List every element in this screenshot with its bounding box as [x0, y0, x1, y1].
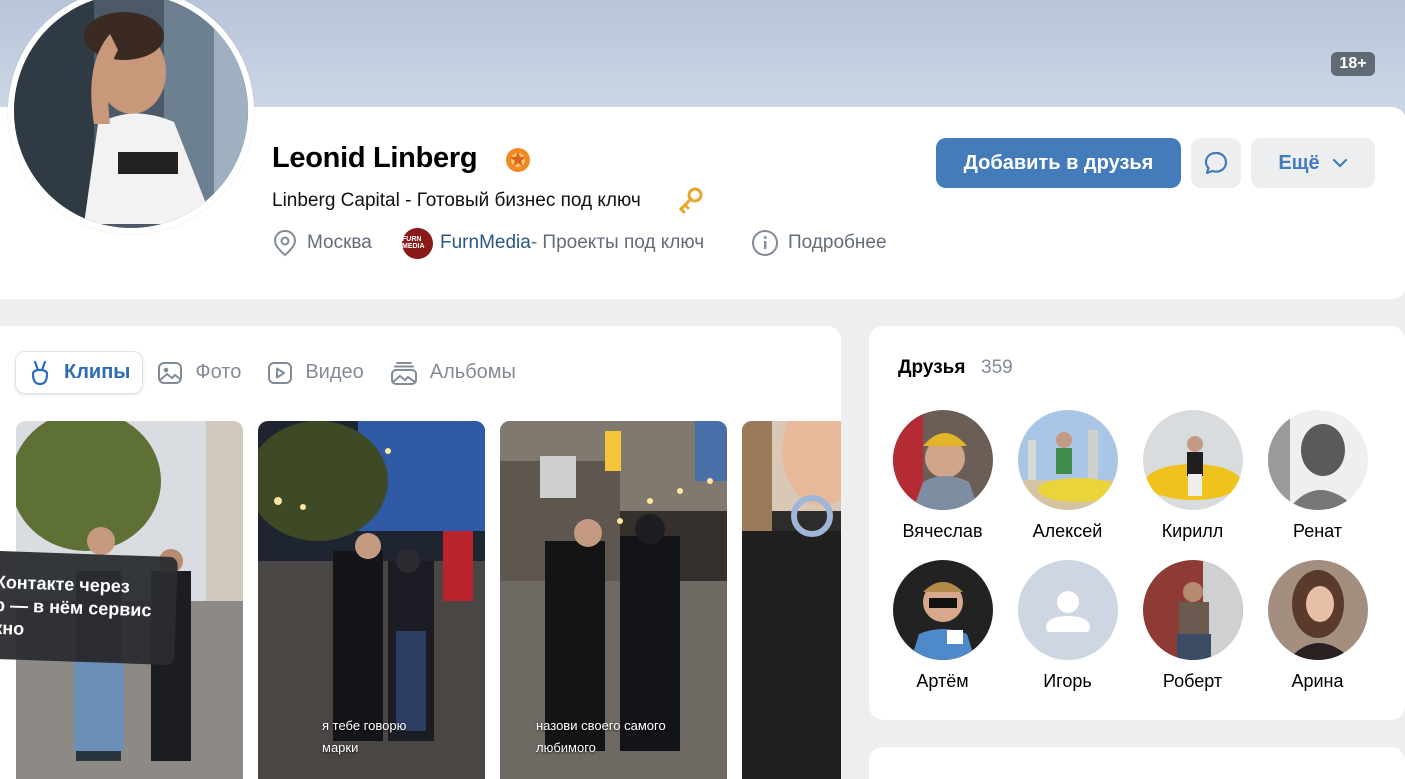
friend-avatar: [1142, 410, 1243, 510]
friend-item[interactable]: Кирилл: [1130, 410, 1255, 542]
add-friend-button[interactable]: Добавить в друзья: [936, 138, 1181, 188]
tab-photo-label: Фото: [195, 361, 242, 383]
friend-item[interactable]: Игорь: [1005, 560, 1130, 692]
friend-name: Арина: [1291, 671, 1344, 691]
profile-name: Leonid Linberg: [272, 142, 478, 174]
message-button[interactable]: [1191, 138, 1241, 188]
profile-work[interactable]: FURN MEDIA FurnMedia - Проекты под ключ: [402, 227, 705, 259]
work-description: - Проекты под ключ: [530, 232, 705, 253]
friends-count: 359: [981, 357, 1013, 378]
clips-icon: [31, 360, 49, 385]
friend-name: Кирилл: [1161, 521, 1224, 541]
friend-item[interactable]: Роберт: [1130, 560, 1255, 692]
tab-photo[interactable]: Фото: [145, 351, 253, 394]
profile-status: Linberg Capital - Готовый бизнес под клю…: [272, 190, 641, 211]
clip-caption: назови своего самого любимого: [536, 718, 666, 755]
clip-thumbnail[interactable]: я тебе говорю марки: [258, 421, 485, 779]
friend-name: Игорь: [1043, 671, 1092, 691]
key-icon: [678, 187, 703, 214]
message-bubble-icon: [1204, 151, 1228, 175]
work-company-link[interactable]: FurnMedia: [440, 232, 531, 254]
tab-albums[interactable]: Альбомы: [378, 351, 528, 394]
friends-title[interactable]: Друзья: [898, 357, 965, 379]
video-icon: [268, 361, 293, 384]
more-actions-button[interactable]: Ещё: [1251, 138, 1375, 188]
tab-video-label: Видео: [305, 361, 364, 383]
friend-name: Ренат: [1292, 521, 1343, 541]
albums-icon: [390, 361, 417, 385]
clip-thumbnail[interactable]: назови своего самого любимого: [500, 421, 727, 779]
friend-item[interactable]: Алексей: [1005, 410, 1130, 542]
friend-avatar: [892, 410, 993, 510]
friend-avatar: [1267, 410, 1368, 510]
clip-thumbnail[interactable]: [742, 421, 841, 779]
friend-avatar: [1017, 410, 1118, 510]
friend-name: Алексей: [1032, 521, 1103, 541]
friend-avatar: [1267, 560, 1368, 660]
friend-name: Роберт: [1162, 671, 1223, 691]
friend-item[interactable]: Арина: [1255, 560, 1380, 692]
tab-video[interactable]: Видео: [255, 351, 375, 394]
friend-avatar-placeholder: [1017, 560, 1118, 660]
tab-albums-label: Альбомы: [429, 361, 516, 383]
next-section-card: [869, 747, 1405, 779]
clip-preview-image: [742, 421, 841, 779]
clips-tooltip-overlay: Контакте через р — в нём сервис кно: [0, 551, 178, 666]
friend-item[interactable]: Ренат: [1255, 410, 1380, 542]
user-placeholder-icon: [1045, 591, 1090, 632]
more-actions-label: Ещё: [1278, 151, 1320, 174]
media-tabs: Клипы Фото Видео Альбомы: [15, 351, 530, 394]
age-rating-badge: 18+: [1331, 52, 1375, 76]
friend-item[interactable]: Артём: [880, 560, 1005, 692]
friend-item[interactable]: Вячеслав: [880, 410, 1005, 542]
friend-avatar: [892, 560, 993, 660]
friend-name: Вячеслав: [902, 521, 983, 541]
more-info-link[interactable]: Подробнее: [751, 228, 887, 258]
more-info-label: Подробнее: [788, 232, 887, 253]
info-icon: [752, 230, 778, 256]
clip-caption: я тебе говорю марки: [322, 718, 407, 755]
furnmedia-logo: FURN MEDIA: [402, 227, 433, 259]
tab-clips-label: Клипы: [64, 361, 131, 383]
location-pin-icon: [273, 229, 297, 257]
verified-flame-icon[interactable]: [503, 145, 533, 175]
city-label: Москва: [307, 232, 372, 253]
profile-city: Москва: [272, 228, 372, 258]
photo-icon: [158, 361, 183, 384]
tab-clips[interactable]: Клипы: [15, 351, 144, 394]
avatar-photo: [14, 0, 248, 228]
friend-name: Артём: [916, 671, 969, 691]
friend-avatar: [1142, 560, 1243, 660]
chevron-down-icon: [1332, 158, 1347, 168]
